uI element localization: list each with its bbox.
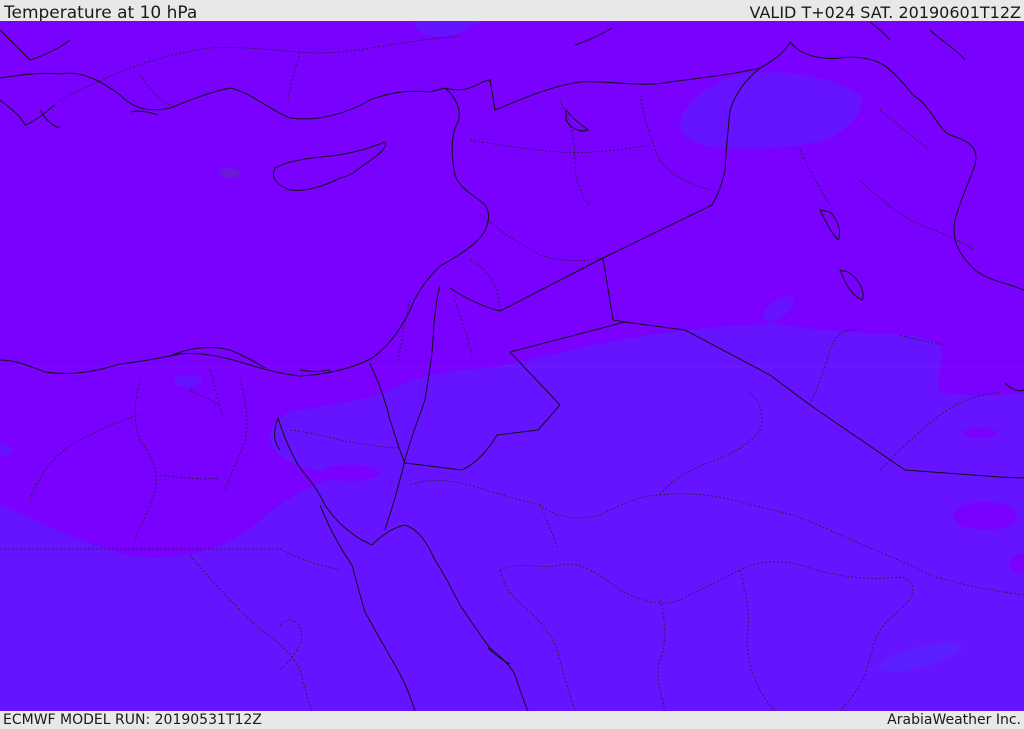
warm-pocket-sinai — [320, 465, 380, 481]
valid-time-label: VALID T+024 SAT. 20190601T12Z — [749, 3, 1021, 22]
header-bar: Temperature at 10 hPa VALID T+024 SAT. 2… — [0, 0, 1024, 23]
credit-label: ArabiaWeather Inc. — [887, 712, 1021, 728]
warm-pocket-east — [953, 502, 1017, 530]
temperature-map[interactable] — [0, 21, 1024, 711]
map-canvas — [0, 21, 1024, 711]
model-run-label: ECMWF MODEL RUN: 20190531T12Z — [3, 712, 262, 728]
cool-pocket-sea — [220, 168, 240, 178]
footer-bar: ECMWF MODEL RUN: 20190531T12Z ArabiaWeat… — [0, 711, 1024, 729]
map-title: Temperature at 10 hPa — [4, 3, 198, 23]
warm-pocket-gulf — [962, 428, 998, 438]
cool-pocket-egypt — [174, 375, 202, 387]
